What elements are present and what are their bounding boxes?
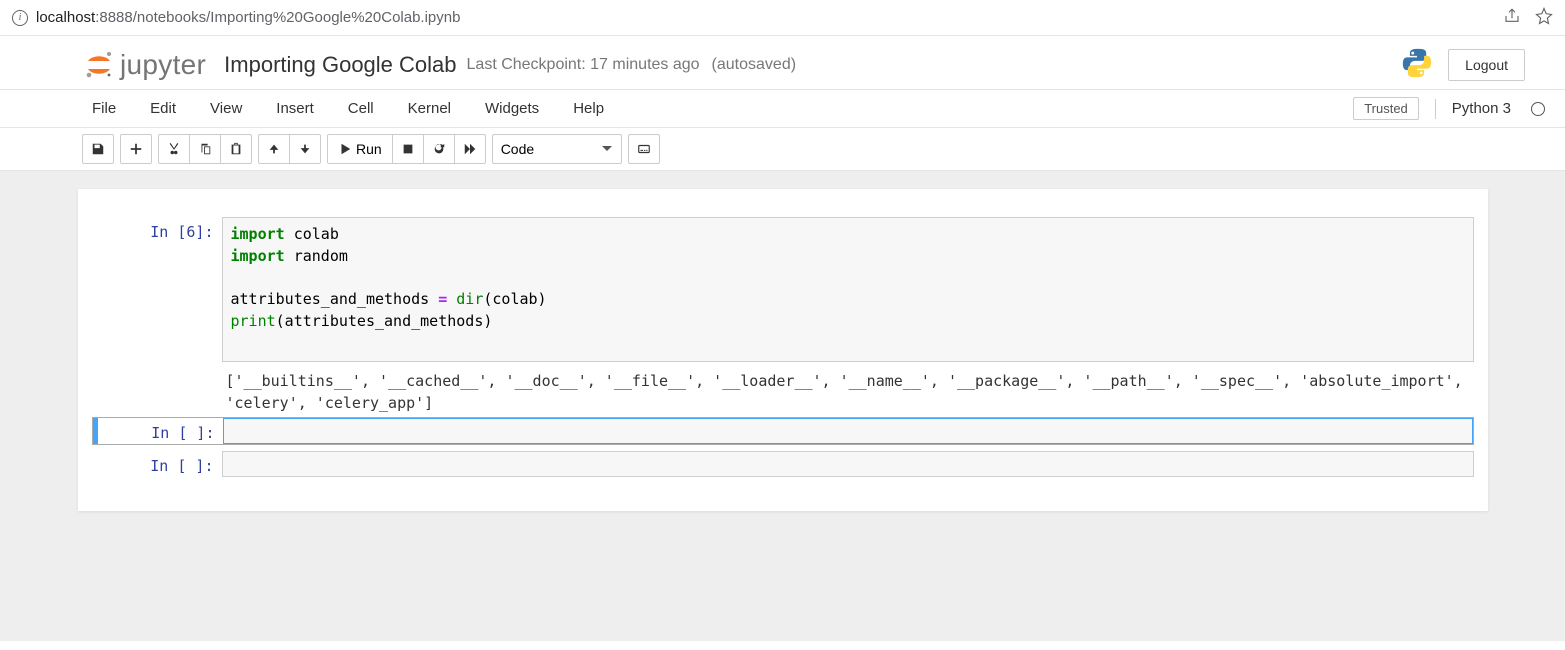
menu-item-edit[interactable]: Edit	[150, 100, 176, 117]
run-button[interactable]: Run	[327, 134, 393, 164]
separator	[1435, 99, 1436, 119]
cell-input[interactable]	[223, 418, 1473, 444]
copy-button[interactable]	[189, 134, 221, 164]
url-path: :8888/notebooks/Importing%20Google%20Col…	[95, 9, 460, 26]
insert-cell-below-button[interactable]	[120, 134, 152, 164]
cell-input[interactable]	[222, 451, 1474, 477]
url-display[interactable]: localhost:8888/notebooks/Importing%20Goo…	[36, 9, 1495, 26]
jupyter-logo[interactable]: jupyter	[82, 48, 206, 82]
move-up-button[interactable]	[258, 134, 290, 164]
notebook-body: In [6]:import colab import random attrib…	[0, 171, 1565, 641]
python-logo-icon	[1400, 46, 1434, 83]
menu-bar: FileEditViewInsertCellKernelWidgetsHelp …	[0, 90, 1565, 128]
menu-item-view[interactable]: View	[210, 100, 242, 117]
bookmark-star-icon[interactable]	[1535, 7, 1553, 28]
checkpoint-text: Last Checkpoint: 17 minutes ago	[467, 56, 700, 74]
interrupt-button[interactable]	[392, 134, 424, 164]
notebook-title[interactable]: Importing Google Colab	[224, 52, 456, 78]
cell-prompt: In [ ]:	[92, 451, 222, 477]
cut-button[interactable]	[158, 134, 190, 164]
kernel-name[interactable]: Python 3	[1452, 100, 1511, 117]
notebook-container: In [6]:import colab import random attrib…	[78, 189, 1488, 511]
url-host: localhost	[36, 9, 95, 26]
move-down-button[interactable]	[289, 134, 321, 164]
code-cell[interactable]: In [ ]:	[92, 417, 1474, 445]
menu-item-help[interactable]: Help	[573, 100, 604, 117]
cell-prompt: In [ ]:	[93, 418, 223, 444]
command-palette-button[interactable]	[628, 134, 660, 164]
code-cell[interactable]: In [6]:import colab import random attrib…	[92, 217, 1474, 362]
menu-item-widgets[interactable]: Widgets	[485, 100, 539, 117]
cell-prompt: In [6]:	[92, 217, 222, 362]
autosave-text: (autosaved)	[712, 56, 797, 74]
menu-item-file[interactable]: File	[92, 100, 116, 117]
move-cell-group	[258, 134, 321, 164]
trusted-indicator[interactable]: Trusted	[1353, 97, 1419, 120]
save-button[interactable]	[82, 134, 114, 164]
kernel-status-icon	[1531, 102, 1545, 116]
run-button-label: Run	[356, 141, 382, 157]
output-prompt	[92, 368, 222, 417]
restart-button[interactable]	[423, 134, 455, 164]
site-info-icon[interactable]: i	[12, 10, 28, 26]
cell-type-select-wrap: Code	[492, 134, 622, 164]
run-group: Run	[327, 134, 486, 164]
cell-type-select[interactable]: Code	[492, 134, 622, 164]
logout-button[interactable]: Logout	[1448, 49, 1525, 81]
menu-item-cell[interactable]: Cell	[348, 100, 374, 117]
cut-copy-paste-group	[158, 134, 252, 164]
jupyter-logo-text: jupyter	[120, 49, 206, 81]
code-cell[interactable]: In [ ]:	[92, 451, 1474, 477]
share-icon[interactable]	[1503, 7, 1521, 28]
cell-output-row: ['__builtins__', '__cached__', '__doc__'…	[92, 368, 1474, 417]
menu-item-insert[interactable]: Insert	[276, 100, 314, 117]
cell-input[interactable]: import colab import random attributes_an…	[222, 217, 1474, 362]
cell-output: ['__builtins__', '__cached__', '__doc__'…	[222, 368, 1474, 417]
restart-run-all-button[interactable]	[454, 134, 486, 164]
paste-button[interactable]	[220, 134, 252, 164]
menu-item-kernel[interactable]: Kernel	[408, 100, 451, 117]
notebook-header: jupyter Importing Google Colab Last Chec…	[0, 36, 1565, 90]
browser-address-bar: i localhost:8888/notebooks/Importing%20G…	[0, 0, 1565, 36]
toolbar: Run Code	[0, 128, 1565, 171]
